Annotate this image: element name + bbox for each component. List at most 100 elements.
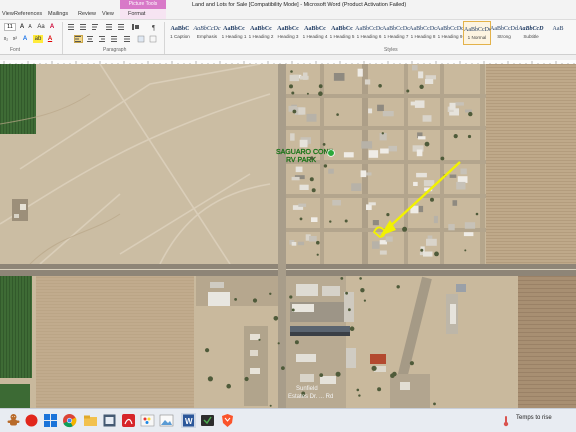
house xyxy=(433,215,438,224)
house xyxy=(423,251,433,257)
brave-icon[interactable] xyxy=(220,413,235,428)
font-size-input[interactable]: 11 xyxy=(4,23,16,31)
style-name: 1 Heading 9 xyxy=(437,34,463,39)
tree xyxy=(207,376,213,382)
highlight-color-button[interactable]: ab xyxy=(33,35,43,43)
farm-field-shade xyxy=(36,276,194,408)
styles-group-label: Styles xyxy=(384,47,398,53)
tree xyxy=(252,298,258,303)
style-item[interactable]: AaBbC 1 Caption xyxy=(166,21,194,45)
font-color-button[interactable]: A xyxy=(46,35,54,43)
tree xyxy=(371,365,377,371)
style-preview: AaBbC xyxy=(170,26,190,32)
paint-icon[interactable] xyxy=(140,413,155,428)
tree xyxy=(329,220,332,223)
tab-references[interactable]: References xyxy=(14,11,42,18)
shrink-font-button[interactable]: A xyxy=(26,23,34,31)
horizontal-ruler[interactable] xyxy=(0,55,576,67)
style-item[interactable]: AaBbCcDc 1 Heading 6 xyxy=(355,21,383,45)
highway-center-line xyxy=(0,269,576,270)
tab-review[interactable]: Review xyxy=(78,11,96,18)
style-item[interactable]: AaBbCcDc 1 Heading 8 xyxy=(409,21,437,45)
superscript-button[interactable]: x² xyxy=(11,35,19,43)
style-preview: AaBbCcDc xyxy=(464,27,490,33)
word-window: View References Mailings Review View Pic… xyxy=(0,0,576,432)
tree xyxy=(289,295,293,299)
house xyxy=(449,174,457,178)
word-icon[interactable]: W xyxy=(181,413,196,428)
style-name: 1 Caption xyxy=(170,34,190,39)
clear-formatting-button[interactable]: A xyxy=(48,23,56,31)
tab-view[interactable]: View xyxy=(2,11,14,18)
tree xyxy=(467,134,472,139)
house xyxy=(456,181,466,190)
style-item[interactable]: AaBbCcDd Strong xyxy=(490,21,518,45)
image-viewer-icon[interactable] xyxy=(159,413,174,428)
subscript-button[interactable]: x₂ xyxy=(2,35,10,43)
house xyxy=(372,220,379,226)
house xyxy=(463,232,474,237)
tree xyxy=(419,84,424,89)
farm-field-plowed xyxy=(486,64,576,264)
style-preview: AaBbCcDc xyxy=(382,26,410,32)
file-manager-icon[interactable] xyxy=(102,413,117,428)
style-preview: AaBbCc xyxy=(223,26,245,32)
style-preview: AaBbCc xyxy=(304,26,326,32)
tree xyxy=(273,316,279,321)
tab-mailings[interactable]: Mailings xyxy=(48,11,68,18)
file-explorer-icon[interactable] xyxy=(83,413,98,428)
tree xyxy=(363,299,366,302)
tree xyxy=(323,164,328,168)
style-item[interactable]: AaBbCcD Subtitle xyxy=(517,21,545,45)
house xyxy=(422,115,432,122)
ribbon: 11 A A Aa A x₂ x² A ab A Font ¶ Paragrap… xyxy=(0,19,576,55)
house xyxy=(309,236,317,242)
gingerbread-icon[interactable] xyxy=(6,413,21,428)
style-item[interactable]: AaBbCc 1 Heading 4 xyxy=(301,21,329,45)
tree xyxy=(381,132,384,135)
record-icon[interactable] xyxy=(24,413,39,428)
style-preview: AaBbCcD xyxy=(518,26,544,32)
style-item[interactable]: AaBbCcDc 1 Normal xyxy=(463,21,491,45)
weather-status[interactable]: Temps to rise xyxy=(516,415,552,421)
tree xyxy=(349,326,355,332)
windows-taskbar: W Temps to rise xyxy=(0,408,576,432)
tree xyxy=(402,226,408,232)
style-item[interactable]: AaBbCc 1 Heading 5 xyxy=(328,21,356,45)
tree xyxy=(291,308,295,312)
paragraph-bottom-row-icons[interactable] xyxy=(66,35,162,43)
estate-label-2: Estates Dr. ... Rd xyxy=(288,394,333,400)
house xyxy=(328,168,334,174)
style-item[interactable]: AaBbCcDc Emphasis xyxy=(193,21,221,45)
house xyxy=(377,104,384,112)
text-effects-button[interactable]: A xyxy=(21,35,29,43)
document-canvas[interactable]: SAGUARO CONE RV PARK Sunfield Estates Dr… xyxy=(0,64,576,408)
windows-start-icon[interactable] xyxy=(43,413,58,428)
vpn-icon[interactable] xyxy=(200,413,215,428)
aerial-photo[interactable]: SAGUARO CONE RV PARK Sunfield Estates Dr… xyxy=(0,64,576,408)
style-item[interactable]: AaBbCcDc 1 Heading 7 xyxy=(382,21,410,45)
tree xyxy=(289,84,293,89)
tree xyxy=(453,134,458,139)
paragraph-group-label: Paragraph xyxy=(103,47,127,53)
tree xyxy=(226,383,231,389)
style-item[interactable]: AaB xyxy=(544,21,572,45)
house xyxy=(291,176,300,181)
svg-text:W: W xyxy=(185,417,193,426)
tree xyxy=(475,212,479,216)
paragraph-top-row-icons[interactable]: ¶ xyxy=(66,23,162,31)
house xyxy=(333,73,345,81)
house xyxy=(291,242,297,246)
tab-view-2[interactable]: View xyxy=(102,11,114,18)
grow-font-button[interactable]: A xyxy=(18,23,26,31)
change-case-button[interactable]: Aa xyxy=(36,23,46,31)
style-item[interactable]: AaBbCc 1 Heading 1 xyxy=(220,21,248,45)
style-item[interactable]: AaBbCc 1 Heading 2 xyxy=(247,21,275,45)
tab-format[interactable]: Format xyxy=(128,11,145,18)
style-item[interactable]: AaBbCcDc 1 Heading 9 xyxy=(436,21,464,45)
chrome-icon[interactable] xyxy=(62,413,77,428)
estate-label: Sunfield xyxy=(296,386,318,392)
style-item[interactable]: AaBbCc Heading 3 xyxy=(274,21,302,45)
acrobat-icon[interactable] xyxy=(121,413,136,428)
thermometer-icon xyxy=(503,416,509,427)
